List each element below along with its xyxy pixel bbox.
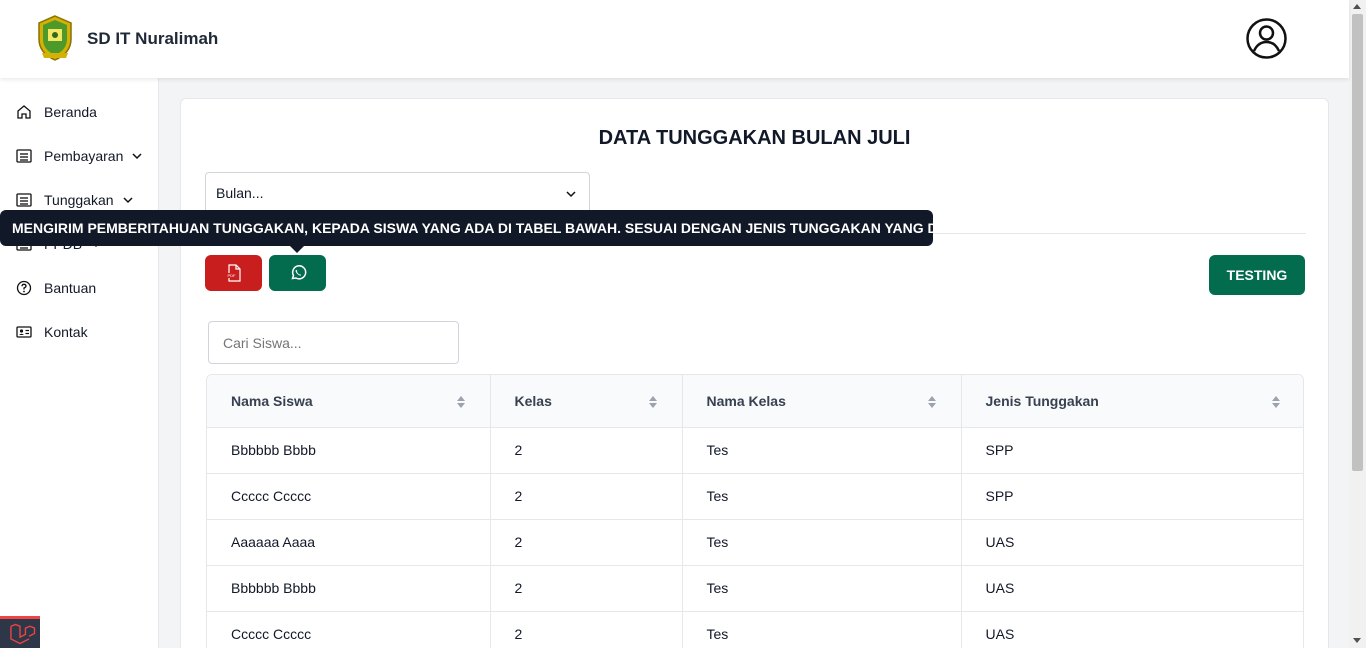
cell-kelas: 2 [490, 564, 683, 611]
cell-kelas: 2 [490, 426, 683, 473]
table-row: Aaaaaa Aaaa 2 Tes UAS [207, 518, 1303, 565]
arrears-table: Nama Siswa Kelas Nama Kelas Jenis Tungga… [206, 374, 1304, 648]
sidebar-item-beranda[interactable]: Beranda [16, 100, 97, 124]
table-row: Bbbbbb Bbbb 2 Tes UAS [207, 564, 1303, 611]
sort-icon [456, 396, 465, 408]
main-card: DATA TUNGGAKAN BULAN JULI Bulan... PDF T… [180, 98, 1329, 648]
whatsapp-icon [290, 265, 306, 280]
sort-icon [927, 396, 936, 408]
user-circle-icon[interactable] [1246, 18, 1287, 59]
chevron-down-icon [566, 191, 576, 198]
svg-text:PDF: PDF [227, 273, 236, 278]
sidebar-item-label: Tunggakan [44, 192, 114, 208]
table-row: Ccccc Ccccc 2 Tes SPP [207, 472, 1303, 519]
export-pdf-button[interactable]: PDF [205, 255, 262, 291]
scroll-down-icon[interactable] [1353, 638, 1361, 643]
cell-nama-siswa: Ccccc Ccccc [207, 610, 491, 648]
chevron-down-icon [123, 197, 133, 204]
sidebar-item-label: Beranda [44, 104, 97, 120]
page-title: DATA TUNGGAKAN BULAN JULI [598, 127, 911, 149]
cell-nama-kelas: Tes [682, 472, 962, 519]
table-header-row: Nama Siswa Kelas Nama Kelas Jenis Tungga… [207, 375, 1303, 427]
cell-jenis-tunggakan: UAS [961, 610, 1303, 648]
cell-nama-kelas: Tes [682, 610, 962, 648]
school-crest-logo [38, 15, 72, 61]
list-icon [16, 193, 32, 207]
sidebar-item-bantuan[interactable]: Bantuan [16, 276, 96, 300]
sidebar-item-tunggakan[interactable]: Tunggakan [16, 188, 134, 212]
column-header-nama-kelas[interactable]: Nama Kelas [682, 375, 962, 427]
cell-nama-kelas: Tes [682, 426, 962, 473]
debug-toolbar-button[interactable] [0, 616, 40, 648]
cell-jenis-tunggakan: UAS [961, 518, 1303, 565]
top-navbar: SD IT Nuralimah [0, 0, 1349, 78]
sort-icon [1272, 396, 1280, 408]
cell-nama-siswa: Ccccc Ccccc [207, 472, 491, 519]
cell-nama-siswa: Bbbbbb Bbbb [207, 426, 491, 473]
month-select-value: Bulan... [216, 185, 264, 201]
contact-card-icon [16, 326, 32, 338]
cell-nama-kelas: Tes [682, 564, 962, 611]
sidebar: Beranda Pembayaran Tunggakan PPDB Bantua… [0, 78, 159, 648]
chevron-down-icon [132, 153, 142, 160]
cell-kelas: 2 [490, 518, 683, 565]
scrollbar-thumb[interactable] [1352, 14, 1363, 471]
month-select[interactable]: Bulan... [205, 172, 590, 214]
send-whatsapp-button[interactable] [269, 255, 326, 291]
scroll-up-icon[interactable] [1353, 4, 1361, 9]
question-circle-icon [16, 280, 32, 296]
tooltip-arrow [290, 246, 304, 253]
testing-button[interactable]: TESTING [1209, 255, 1305, 295]
page-scrollbar[interactable] [1349, 0, 1366, 648]
sidebar-item-label: Bantuan [44, 280, 97, 296]
sidebar-item-label: Pembayaran [44, 148, 124, 164]
cell-nama-siswa: Aaaaaa Aaaa [207, 518, 491, 565]
laravel-logo-icon [10, 623, 36, 645]
table-row: Ccccc Ccccc 2 Tes UAS [207, 610, 1303, 648]
cell-jenis-tunggakan: SPP [961, 426, 1303, 473]
search-student-input[interactable] [208, 321, 459, 364]
list-icon [16, 149, 32, 163]
sidebar-item-kontak[interactable]: Kontak [16, 320, 88, 344]
cell-kelas: 2 [490, 610, 683, 648]
home-icon [17, 105, 31, 119]
pdf-file-icon: PDF [226, 264, 241, 282]
cell-kelas: 2 [490, 472, 683, 519]
column-header-jenis-tunggakan[interactable]: Jenis Tunggakan [961, 375, 1303, 427]
cell-nama-siswa: Bbbbbb Bbbb [207, 564, 491, 611]
cell-jenis-tunggakan: UAS [961, 564, 1303, 611]
cell-jenis-tunggakan: SPP [961, 472, 1303, 519]
sidebar-item-label: Kontak [44, 324, 88, 340]
sort-icon [648, 396, 657, 408]
cell-nama-kelas: Tes [682, 518, 962, 565]
column-header-kelas[interactable]: Kelas [490, 375, 683, 427]
whatsapp-tooltip: MENGIRIM PEMBERITAHUAN TUNGGAKAN, KEPADA… [0, 210, 981, 246]
table-row: Bbbbbb Bbbb 2 Tes SPP [207, 426, 1303, 473]
column-header-nama-siswa[interactable]: Nama Siswa [207, 375, 491, 427]
brand-name: SD IT Nuralimah [87, 29, 219, 48]
sidebar-item-pembayaran[interactable]: Pembayaran [16, 144, 143, 168]
